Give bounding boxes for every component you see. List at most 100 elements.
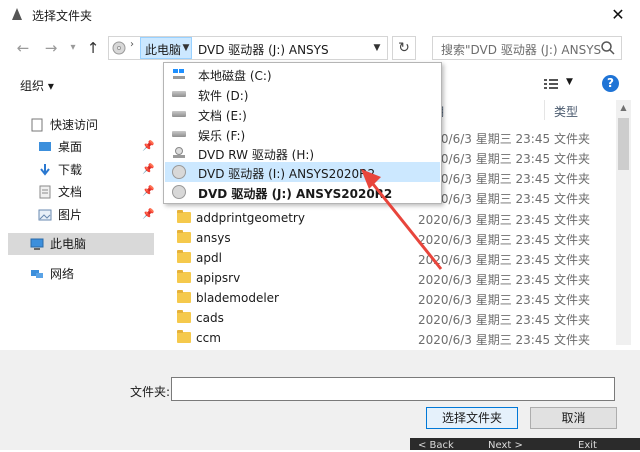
search-icon[interactable] bbox=[600, 40, 616, 56]
annotation-arrow-icon bbox=[361, 169, 443, 270]
row-type: 文件夹 bbox=[554, 313, 591, 327]
table-row[interactable]: ccm 2020/6/3 星期三 23:45 文件夹 bbox=[170, 328, 616, 348]
nav-item-label: 图片 bbox=[58, 208, 83, 222]
row-type: 文件夹 bbox=[554, 253, 591, 267]
view-options-icon[interactable] bbox=[543, 77, 559, 91]
select-folder-button[interactable]: 选择文件夹 bbox=[426, 407, 518, 429]
dvd-drive-icon bbox=[173, 147, 185, 158]
row-name: apdl bbox=[196, 251, 222, 265]
organize-button[interactable]: 组织 ▾ bbox=[20, 77, 54, 94]
row-type: 文件夹 bbox=[554, 293, 591, 307]
pictures-icon bbox=[38, 209, 52, 221]
exit-button[interactable]: Exit bbox=[578, 440, 597, 451]
nav-item-label: 桌面 bbox=[58, 140, 83, 154]
drive-icon bbox=[172, 111, 186, 117]
pin-icon[interactable]: 📌 bbox=[142, 182, 154, 202]
row-name: apipsrv bbox=[196, 271, 241, 285]
nav-item-label: 下载 bbox=[58, 163, 83, 177]
dropdown-item-drive-e[interactable]: 文档 (E:) bbox=[166, 104, 438, 124]
disc-icon bbox=[112, 41, 126, 55]
row-name: ansys bbox=[196, 231, 231, 245]
drive-icon bbox=[172, 131, 186, 137]
recent-chevron-icon[interactable]: ▾ bbox=[64, 39, 82, 57]
computer-icon bbox=[30, 238, 44, 250]
title-bar bbox=[0, 0, 640, 30]
forward-arrow-icon[interactable]: → bbox=[42, 39, 60, 57]
breadcrumb-label: 此电脑 bbox=[145, 43, 182, 57]
pin-icon[interactable]: 📌 bbox=[142, 160, 154, 180]
nav-item-label: 文档 bbox=[58, 185, 83, 199]
address-dropdown-icon[interactable]: ▼ bbox=[370, 37, 384, 59]
pin-icon[interactable]: 📌 bbox=[142, 137, 154, 157]
view-dropdown-icon[interactable]: ▼ bbox=[566, 77, 573, 87]
row-date: 2020/6/3 星期三 23:45 bbox=[418, 293, 551, 307]
table-row[interactable]: cads 2020/6/3 星期三 23:45 文件夹 bbox=[170, 308, 616, 328]
disc-icon bbox=[172, 185, 186, 199]
close-icon[interactable]: ✕ bbox=[608, 5, 628, 25]
dropdown-item-drive-c[interactable]: 本地磁盘 (C:) bbox=[166, 64, 438, 84]
table-row[interactable]: blademodeler 2020/6/3 星期三 23:45 文件夹 bbox=[170, 288, 616, 308]
dropdown-item-label: DVD 驱动器 (I:) ANSYS2020R2 bbox=[198, 167, 376, 181]
row-date: 2020/6/3 星期三 23:45 bbox=[418, 313, 551, 327]
row-name: blademodeler bbox=[196, 291, 279, 305]
row-type: 文件夹 bbox=[554, 192, 591, 206]
dropdown-item-label: 本地磁盘 (C:) bbox=[198, 69, 272, 83]
dropdown-item-drive-d[interactable]: 软件 (D:) bbox=[166, 84, 438, 104]
disc-icon bbox=[172, 165, 186, 179]
folder-icon bbox=[177, 310, 191, 323]
up-arrow-icon[interactable]: ↑ bbox=[84, 39, 102, 57]
dropdown-item-label: 文档 (E:) bbox=[198, 109, 247, 123]
star-icon bbox=[31, 118, 43, 132]
folder-icon bbox=[177, 210, 191, 223]
document-icon bbox=[39, 185, 51, 199]
row-type: 文件夹 bbox=[554, 233, 591, 247]
nav-item-label: 快速访问 bbox=[50, 118, 99, 132]
column-separator bbox=[544, 100, 545, 120]
folder-icon bbox=[177, 330, 191, 343]
search-placeholder: 搜索"DVD 驱动器 (J:) ANSYS bbox=[441, 43, 601, 57]
back-arrow-icon[interactable]: ← bbox=[14, 39, 32, 57]
network-icon bbox=[31, 270, 43, 278]
download-icon bbox=[40, 164, 50, 176]
folder-field-label: 文件夹: bbox=[130, 385, 171, 399]
cancel-button[interactable]: 取消 bbox=[530, 407, 617, 429]
dropdown-item-label: DVD RW 驱动器 (H:) bbox=[198, 148, 315, 162]
row-name: addprintgeometry bbox=[196, 211, 305, 225]
row-type: 文件夹 bbox=[554, 152, 591, 166]
folder-icon bbox=[177, 290, 191, 303]
folder-input[interactable] bbox=[171, 377, 615, 401]
folder-icon bbox=[177, 230, 191, 243]
row-type: 文件夹 bbox=[554, 333, 591, 347]
dropdown-item-drive-h[interactable]: DVD RW 驱动器 (H:) bbox=[166, 143, 438, 163]
chevron-down-icon[interactable]: ▼ bbox=[180, 37, 192, 59]
folder-icon bbox=[177, 250, 191, 263]
row-date: 2020/6/3 星期三 23:45 bbox=[418, 333, 551, 347]
pin-icon[interactable]: 📌 bbox=[142, 205, 154, 225]
breadcrumb-separator-icon: › bbox=[130, 39, 134, 50]
desktop-icon bbox=[39, 142, 51, 151]
row-name: cads bbox=[196, 311, 224, 325]
scroll-up-icon[interactable]: ▲ bbox=[616, 100, 631, 116]
drive-icon bbox=[172, 91, 186, 97]
help-icon[interactable]: ? bbox=[602, 75, 619, 92]
windows-drive-icon bbox=[173, 69, 185, 79]
row-type: 文件夹 bbox=[554, 273, 591, 287]
folder-icon bbox=[177, 270, 191, 283]
dropdown-item-label: 娱乐 (F:) bbox=[198, 129, 246, 143]
row-name: ccm bbox=[196, 331, 221, 345]
row-type: 文件夹 bbox=[554, 213, 591, 227]
address-path: DVD 驱动器 (J:) ANSYS bbox=[198, 43, 329, 57]
back-button[interactable]: < Back bbox=[418, 440, 454, 451]
dropdown-item-label: 软件 (D:) bbox=[198, 89, 249, 103]
refresh-button[interactable]: ↻ bbox=[392, 36, 416, 60]
window-title: 选择文件夹 bbox=[32, 9, 93, 23]
nav-item-label: 网络 bbox=[50, 267, 75, 281]
scrollbar-thumb[interactable] bbox=[618, 118, 629, 170]
app-icon bbox=[12, 8, 22, 20]
next-button[interactable]: Next > bbox=[488, 440, 523, 451]
row-type: 文件夹 bbox=[554, 172, 591, 186]
dropdown-item-drive-f[interactable]: 娱乐 (F:) bbox=[166, 124, 438, 144]
nav-item-label: 此电脑 bbox=[50, 237, 87, 251]
row-type: 文件夹 bbox=[554, 132, 591, 146]
column-header-type[interactable]: 类型 bbox=[554, 103, 578, 120]
